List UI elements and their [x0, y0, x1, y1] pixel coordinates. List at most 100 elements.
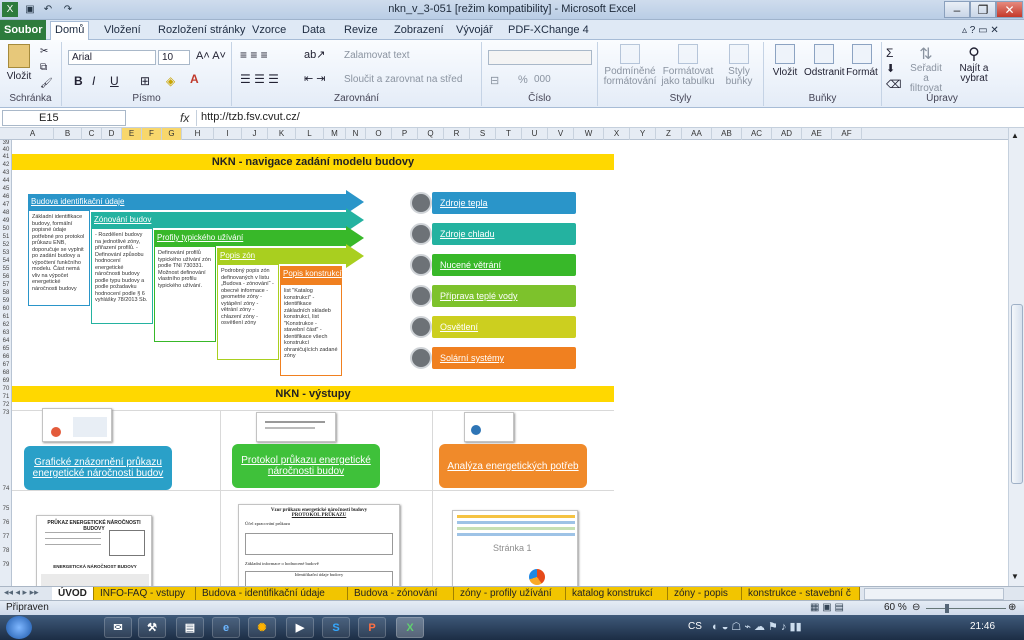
row-header[interactable]: 53	[0, 250, 11, 256]
font-color-icon[interactable]: A	[190, 72, 199, 86]
row-header[interactable]: 64	[0, 338, 11, 344]
copy-icon[interactable]: ⧉	[40, 62, 47, 73]
sheet-tab[interactable]: konstrukce - stavební č	[742, 587, 860, 601]
tab-review[interactable]: Revize	[340, 22, 382, 39]
grow-font-icon[interactable]: A˄ A˅	[196, 50, 226, 62]
tab-insert[interactable]: Vložení	[100, 22, 145, 39]
nav-button-1[interactable]: Zdroje chladu	[432, 223, 576, 245]
formula-bar[interactable]: http://tzb.fsv.cvut.cz/	[196, 110, 1022, 126]
column-header[interactable]: B	[54, 128, 82, 140]
column-header[interactable]: C	[82, 128, 102, 140]
taskbar-ie-icon[interactable]: e	[212, 617, 240, 638]
column-header[interactable]: AA	[682, 128, 712, 140]
row-header[interactable]: 44	[0, 178, 11, 184]
minimize-button[interactable]: –	[944, 1, 970, 18]
row-header[interactable]: 59	[0, 298, 11, 304]
scroll-up-icon[interactable]: ▲	[1011, 131, 1019, 140]
zoom-level[interactable]: 60 %	[884, 602, 907, 613]
row-header[interactable]: 70	[0, 386, 11, 392]
column-header[interactable]: D	[102, 128, 122, 140]
row-header[interactable]: 50	[0, 226, 11, 232]
row-header[interactable]: 61	[0, 314, 11, 320]
align-top-icon[interactable]: ≡ ≡ ≡	[240, 48, 268, 62]
bold-button[interactable]: B	[74, 74, 83, 88]
cut-icon[interactable]: ✂	[40, 46, 48, 57]
step-arrow-2[interactable]: Profily typického užívání	[154, 230, 346, 246]
sheet-nav-arrows[interactable]: ◂◂ ◂ ▸ ▸▸	[4, 587, 39, 598]
cell-styles-button[interactable]: Styly buňky	[720, 44, 758, 87]
row-header[interactable]: 73	[0, 410, 11, 416]
nav-button-0[interactable]: Zdroje tepla	[432, 192, 576, 214]
column-header[interactable]: Z	[656, 128, 682, 140]
row-header[interactable]: 52	[0, 242, 11, 248]
column-header[interactable]: M	[324, 128, 346, 140]
column-header[interactable]: L	[296, 128, 324, 140]
column-header[interactable]: O	[366, 128, 392, 140]
row-header[interactable]: 56	[0, 274, 11, 280]
scroll-thumb[interactable]	[1011, 304, 1023, 484]
delete-cells-button[interactable]: Odstranit	[804, 44, 845, 78]
row-header[interactable]: 76	[0, 520, 11, 526]
conditional-formatting-button[interactable]: Podmíněné formátování	[602, 44, 658, 87]
insert-cells-button[interactable]: Vložit	[770, 44, 800, 78]
step-arrow-3[interactable]: Popis zón	[217, 248, 346, 264]
row-header[interactable]: 71	[0, 394, 11, 400]
currency-icon[interactable]: ⊟	[490, 74, 499, 87]
column-header[interactable]: J	[242, 128, 268, 140]
column-header[interactable]: Q	[418, 128, 444, 140]
row-header[interactable]: 58	[0, 290, 11, 296]
orientation-icon[interactable]: ab↗	[304, 48, 325, 61]
scroll-down-icon[interactable]: ▼	[1011, 572, 1019, 581]
row-header[interactable]: 63	[0, 330, 11, 336]
output-protocol-button[interactable]: Protokol průkazu energetické náročnosti …	[232, 444, 380, 488]
column-header[interactable]: U	[522, 128, 548, 140]
close-button[interactable]: ✕	[996, 1, 1023, 18]
name-box[interactable]: E15	[2, 110, 126, 126]
column-header[interactable]: AC	[742, 128, 772, 140]
font-name-select[interactable]: Arial	[68, 50, 156, 65]
fx-icon[interactable]: fx	[180, 111, 189, 125]
taskbar-app-icon[interactable]: ✺	[248, 617, 276, 638]
column-header[interactable]: Y	[630, 128, 656, 140]
sheet-tab[interactable]: ÚVOD	[52, 587, 94, 601]
nav-button-4[interactable]: Osvětlení	[432, 316, 576, 338]
row-header[interactable]: 55	[0, 266, 11, 272]
taskbar-folder-icon[interactable]: ▤	[176, 617, 204, 638]
sheet-tab[interactable]: zóny - profily užívání	[454, 587, 566, 601]
indent-icon[interactable]: ⇤ ⇥	[304, 72, 326, 85]
zoom-out-icon[interactable]: ⊖	[912, 602, 920, 613]
language-indicator[interactable]: CS	[688, 621, 702, 632]
column-header[interactable]: W	[574, 128, 604, 140]
format-painter-icon[interactable]: 🖌	[40, 78, 53, 89]
nav-button-3[interactable]: Příprava teplé vody	[432, 285, 576, 307]
tab-data[interactable]: Data	[298, 22, 329, 39]
percent-button[interactable]: %	[518, 74, 528, 86]
column-header[interactable]: E	[122, 128, 142, 140]
column-header[interactable]: H	[182, 128, 214, 140]
output-graphic-button[interactable]: Grafické znázornění průkazu energetické …	[24, 446, 172, 490]
thousands-button[interactable]: 000	[534, 74, 551, 85]
font-size-select[interactable]: 10	[158, 50, 190, 65]
row-header[interactable]: 45	[0, 186, 11, 192]
sheet-tab[interactable]: INFO-FAQ - vstupy	[94, 587, 196, 601]
row-header[interactable]: 40	[0, 147, 11, 153]
zoom-slider[interactable]	[926, 608, 1006, 609]
number-format-select[interactable]	[488, 50, 592, 65]
column-header[interactable]: AE	[802, 128, 832, 140]
step-arrow-4[interactable]: Popis konstrukcí	[280, 266, 342, 284]
wrap-text-button[interactable]: Zalamovat text	[344, 50, 410, 61]
format-cells-button[interactable]: Formát	[846, 44, 878, 78]
taskbar-powerpoint-icon[interactable]: P	[358, 617, 386, 638]
help-icon[interactable]: ▵ ? ▭ ✕	[958, 22, 1003, 39]
column-header[interactable]: R	[444, 128, 470, 140]
row-header[interactable]: 74	[0, 486, 11, 492]
row-header[interactable]: 77	[0, 534, 11, 540]
row-header[interactable]: 78	[0, 548, 11, 554]
row-header[interactable]: 65	[0, 346, 11, 352]
row-header[interactable]: 46	[0, 194, 11, 200]
step-arrow-0[interactable]: Budova identifikační údaje	[28, 194, 346, 210]
row-header[interactable]: 39	[0, 140, 11, 146]
row-header[interactable]: 68	[0, 370, 11, 376]
tab-home[interactable]: Domů	[50, 21, 90, 41]
sheet-tab[interactable]: Budova - zónování	[348, 587, 454, 601]
